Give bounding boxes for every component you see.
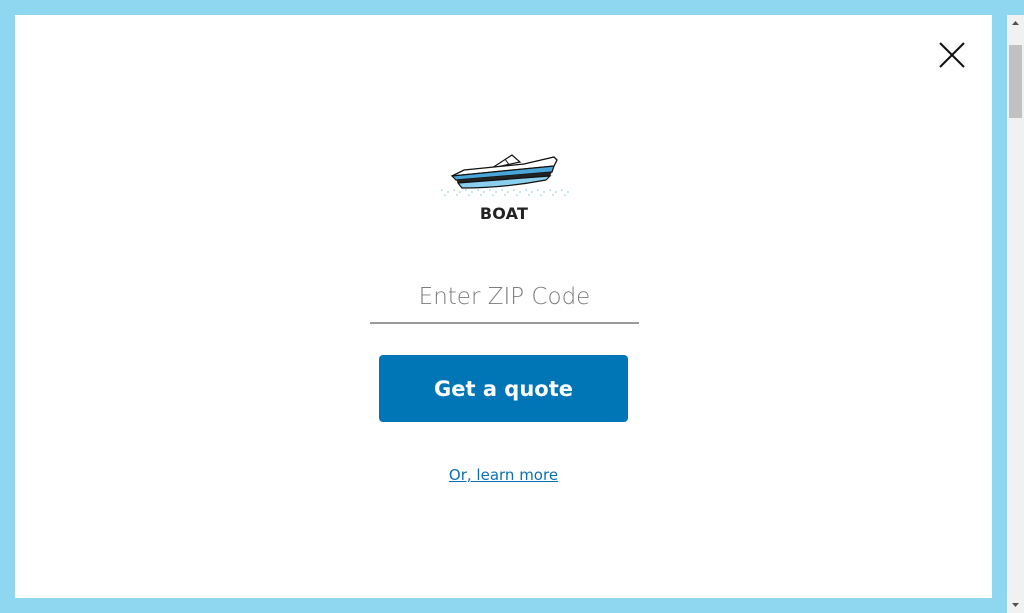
zip-field [370, 277, 639, 324]
scroll-down-button[interactable] [1007, 596, 1024, 613]
zip-code-input[interactable] [370, 277, 639, 317]
boat-icon [440, 154, 569, 196]
scroll-up-button[interactable] [1007, 15, 1024, 32]
scroll-up-arrow-icon [1012, 21, 1019, 25]
quote-modal: BOAT Get a quote Or, learn more [15, 15, 992, 598]
scroll-down-arrow-icon [1012, 603, 1019, 607]
get-quote-button[interactable]: Get a quote [379, 355, 628, 422]
close-button[interactable] [937, 40, 967, 70]
scroll-thumb[interactable] [1009, 45, 1022, 118]
close-icon [939, 42, 965, 68]
page-backdrop: BOAT Get a quote Or, learn more [0, 0, 1024, 613]
product-label: BOAT [479, 204, 529, 223]
vertical-scrollbar[interactable] [1007, 15, 1024, 613]
learn-more-link[interactable]: Or, learn more [15, 466, 992, 484]
product-selection: BOAT [15, 148, 992, 223]
